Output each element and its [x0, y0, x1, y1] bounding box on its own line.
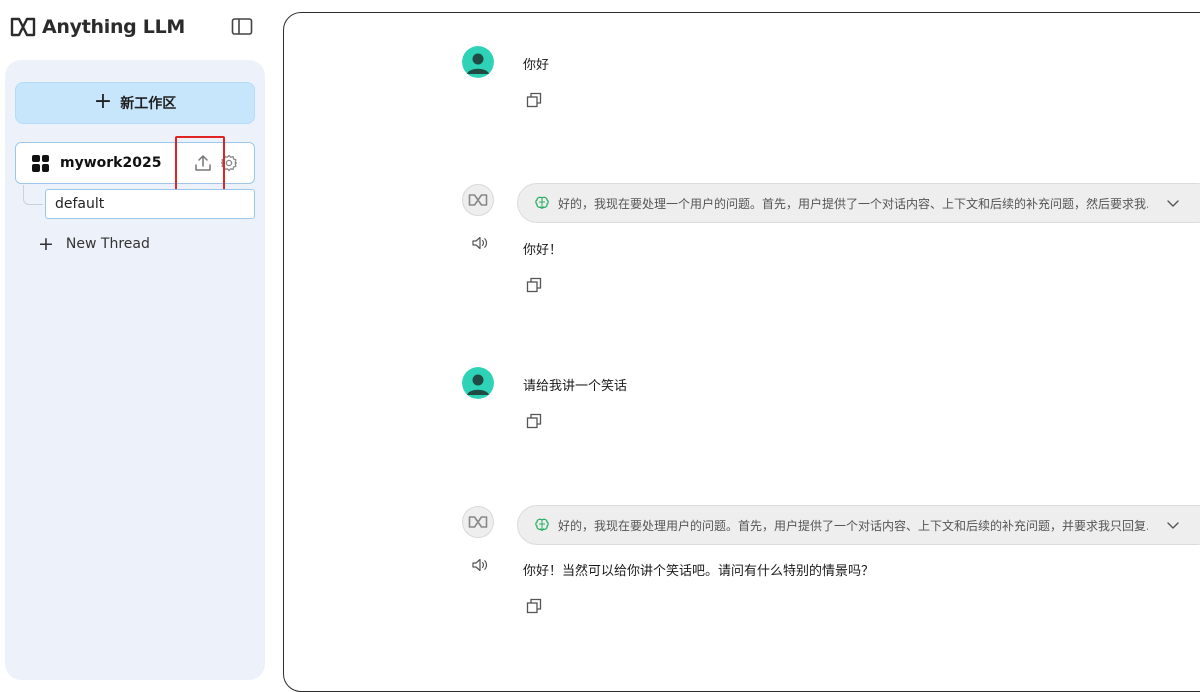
new-workspace-label: 新工作区	[120, 96, 177, 112]
sidebar-toggle-icon[interactable]	[231, 17, 253, 37]
thread-tree-line	[23, 185, 43, 205]
bot-avatar-icon	[462, 506, 494, 538]
bot-avatar-icon	[462, 184, 494, 216]
message-text: 请给我讲一个笑话	[523, 379, 628, 394]
app-name: Anything LLM	[42, 16, 186, 38]
message-text: 你好	[523, 58, 550, 73]
plus-icon: +	[93, 89, 113, 114]
chevron-down-icon	[1167, 200, 1179, 207]
brain-icon	[535, 196, 549, 209]
plus-icon: +	[38, 232, 54, 255]
chat-panel	[283, 12, 1200, 692]
thread-item-default[interactable]: default	[45, 189, 255, 219]
thought-toggle[interactable]: 好的，我现在要处理用户的问题。首先，用户提供了一个对话内容、上下文和后续的补充问…	[517, 505, 1200, 545]
message-text: 你好！	[523, 243, 563, 258]
copy-icon[interactable]	[526, 413, 542, 429]
chevron-down-icon	[1167, 522, 1179, 529]
brain-icon	[535, 518, 549, 531]
copy-icon[interactable]	[526, 277, 542, 293]
thought-toggle[interactable]: 好的，我现在要处理一个用户的问题。首先，用户提供了一个对话内容、上下文和后续的补…	[517, 183, 1200, 223]
thought-text: 好的，我现在要处理用户的问题。首先，用户提供了一个对话内容、上下文和后续的补充问…	[558, 518, 1148, 533]
message-text: 你好！当然可以给你讲个笑话吧。请问有什么特别的情景吗？	[523, 564, 875, 579]
speaker-icon[interactable]	[471, 557, 489, 573]
user-avatar-icon	[462, 46, 494, 78]
workspace-name: mywork2025	[60, 155, 162, 171]
anything-llm-logo-icon	[10, 17, 36, 37]
upload-highlight-box	[175, 136, 225, 193]
user-avatar-icon	[462, 367, 494, 399]
thought-text: 好的，我现在要处理一个用户的问题。首先，用户提供了一个对话内容、上下文和后续的补…	[558, 196, 1148, 211]
new-thread-label: New Thread	[65, 236, 150, 252]
workspace-grid-icon	[32, 154, 49, 172]
new-workspace-button[interactable]: + 新工作区	[15, 82, 255, 124]
app-brand: Anything LLM	[10, 14, 185, 40]
copy-icon[interactable]	[526, 92, 542, 108]
thread-name: default	[55, 196, 105, 212]
copy-icon[interactable]	[526, 598, 542, 614]
new-thread-button[interactable]: + New Thread	[38, 232, 150, 256]
speaker-icon[interactable]	[471, 235, 489, 251]
